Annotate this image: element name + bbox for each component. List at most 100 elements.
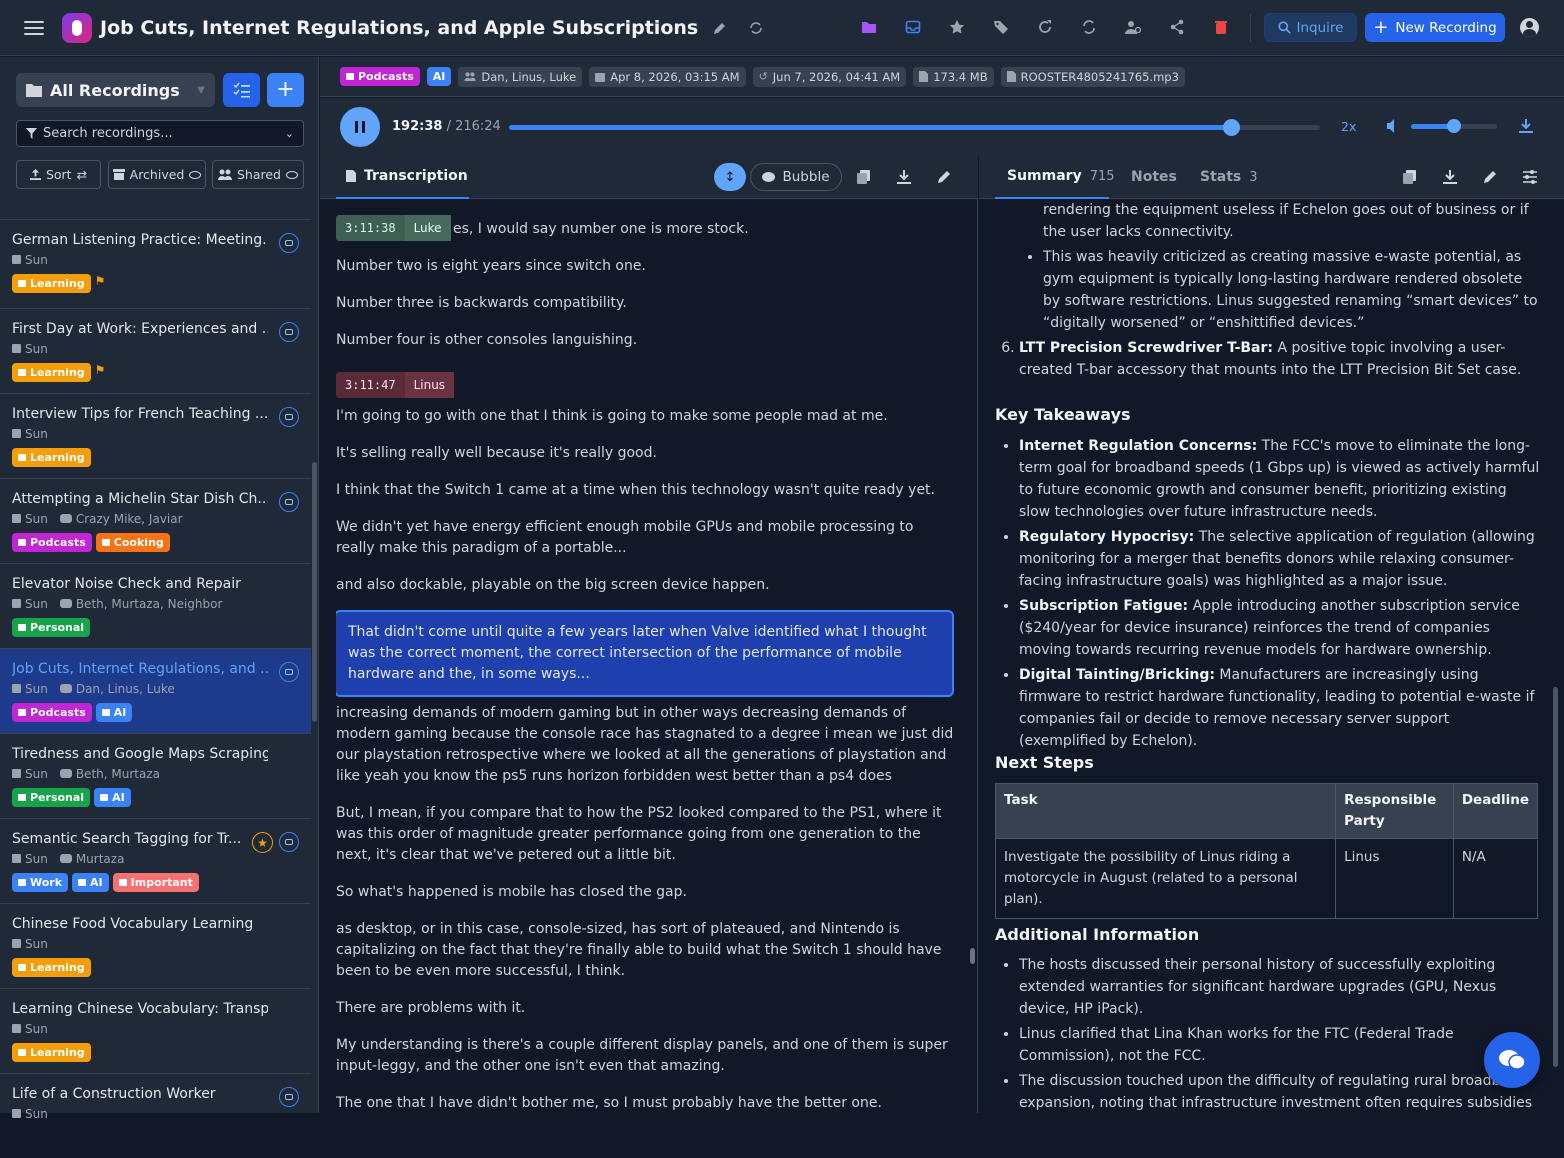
tab-transcription[interactable]: Transcription bbox=[336, 155, 469, 199]
transcript-segment[interactable]: We didn't yet have energy efficient enou… bbox=[336, 517, 954, 559]
tag-badge[interactable]: AI bbox=[94, 788, 131, 807]
shared-toggle[interactable]: Shared bbox=[212, 160, 304, 189]
tag-badge[interactable]: Learning bbox=[12, 363, 91, 382]
volume-icon[interactable] bbox=[1386, 118, 1402, 134]
folder-select[interactable]: All Recordings ▼ bbox=[16, 73, 215, 107]
transcript-segment[interactable]: Number three is backwards compatibility. bbox=[336, 293, 954, 314]
chat-button[interactable] bbox=[1484, 1032, 1540, 1088]
recording-list-item[interactable]: Job Cuts, Internet Regulations, and ... S… bbox=[0, 648, 311, 733]
summary-scrollbar[interactable] bbox=[1553, 687, 1558, 1067]
inbox-badge-icon[interactable] bbox=[279, 492, 299, 512]
transcript-scrollbar[interactable] bbox=[970, 948, 975, 964]
add-recording-button[interactable]: + bbox=[267, 73, 304, 107]
select-mode-button[interactable] bbox=[223, 73, 260, 107]
volume-handle[interactable] bbox=[1447, 119, 1461, 133]
playback-speed-button[interactable]: 2x bbox=[1341, 119, 1356, 134]
recording-list-item[interactable]: Attempting a Michelin Star Dish Ch... Sun… bbox=[0, 478, 311, 563]
transcript-segment-active[interactable]: That didn't come until quite a few years… bbox=[336, 610, 954, 697]
transcript-segment[interactable]: Number four is other consoles languishin… bbox=[336, 330, 954, 351]
sync-icon[interactable] bbox=[1075, 13, 1103, 41]
copy-icon[interactable] bbox=[1400, 167, 1420, 187]
recording-list-item[interactable]: First Day at Work: Experiences and ... Su… bbox=[0, 308, 311, 393]
transcript-segment[interactable]: So what's happened is mobile has closed … bbox=[336, 882, 954, 903]
reprocess-icon[interactable] bbox=[742, 14, 770, 42]
recording-list-item[interactable]: Life of a Construction Worker Sun bbox=[0, 1073, 311, 1158]
tag-badge[interactable]: Learning bbox=[12, 274, 91, 293]
inbox-icon[interactable] bbox=[899, 13, 927, 41]
menu-icon[interactable] bbox=[24, 20, 44, 35]
edit-icon[interactable] bbox=[934, 167, 954, 187]
bubble-view-button[interactable]: Bubble bbox=[750, 163, 842, 191]
tag-badge[interactable]: Work bbox=[12, 873, 69, 892]
sidebar-scrollbar[interactable] bbox=[312, 462, 317, 722]
recording-list-item[interactable]: Chinese Food Vocabulary Learning Sun Learn… bbox=[0, 903, 311, 988]
inbox-badge-icon[interactable] bbox=[279, 407, 299, 427]
copy-icon[interactable] bbox=[854, 167, 874, 187]
share-icon[interactable] bbox=[1163, 13, 1191, 41]
pause-button[interactable] bbox=[340, 107, 380, 147]
download-icon[interactable] bbox=[894, 167, 914, 187]
folder-icon[interactable] bbox=[855, 13, 883, 41]
transcript-segment[interactable]: and also dockable, playable on the big s… bbox=[336, 575, 954, 596]
transcript-segment[interactable]: My understanding is there's a couple dif… bbox=[336, 1035, 954, 1077]
delete-icon[interactable] bbox=[1207, 13, 1235, 41]
inbox-badge-icon[interactable] bbox=[279, 233, 299, 253]
sliders-icon[interactable] bbox=[1520, 167, 1540, 187]
recording-list-item[interactable]: Elevator Noise Check and Repair Sun Beth, … bbox=[0, 563, 311, 648]
transcript-segment[interactable]: I'm going to go with one that I think is… bbox=[336, 406, 954, 427]
transcript-segment[interactable]: Number two is eight years since switch o… bbox=[336, 256, 954, 277]
recording-list-item[interactable]: Semantic Search Tagging for Tr... Sun Murt… bbox=[0, 818, 311, 903]
recording-list-item[interactable]: German Listening Practice: Meeting... Sun… bbox=[0, 219, 311, 308]
archived-toggle[interactable]: Archived bbox=[108, 160, 206, 189]
tag-badge[interactable]: Personal bbox=[12, 788, 91, 807]
tag-badge[interactable]: Important bbox=[112, 873, 199, 892]
recording-list-item[interactable]: Tiredness and Google Maps Scraping I... S… bbox=[0, 733, 311, 818]
tag-badge[interactable]: Personal bbox=[12, 618, 91, 637]
tab-summary[interactable]: Summary 715 bbox=[995, 155, 1115, 199]
star-icon[interactable] bbox=[943, 13, 971, 41]
inquire-button[interactable]: Inquire bbox=[1264, 13, 1357, 42]
transcript-segment[interactable]: There are problems with it. bbox=[336, 998, 954, 1019]
transcript-segment[interactable]: But, I mean, if you compare that to how … bbox=[336, 803, 954, 866]
user-avatar-icon[interactable] bbox=[1520, 18, 1539, 37]
sort-button[interactable]: Sort ⇄ bbox=[16, 160, 101, 189]
inbox-badge-icon[interactable] bbox=[279, 662, 299, 682]
edit-icon[interactable] bbox=[1480, 167, 1500, 187]
transcript-segment[interactable]: I think that the Switch 1 came at a time… bbox=[336, 480, 954, 501]
tag-badge[interactable]: Cooking bbox=[95, 533, 170, 552]
star-badge-icon[interactable]: ★ bbox=[252, 832, 273, 853]
tab-stats[interactable]: Stats 3 bbox=[1200, 155, 1258, 199]
tab-notes[interactable]: Notes bbox=[1131, 155, 1177, 199]
tag-badge[interactable]: Learning bbox=[12, 448, 91, 467]
speaker-badge[interactable]: 3:11:38 Luke bbox=[336, 215, 451, 241]
inbox-badge-icon[interactable] bbox=[279, 322, 299, 342]
tag-badge[interactable]: AI bbox=[95, 703, 133, 722]
meta-tag[interactable]: Podcasts bbox=[340, 67, 420, 86]
recording-list-item[interactable]: Learning Chinese Vocabulary: Transpor...… bbox=[0, 988, 311, 1073]
download-audio-icon[interactable] bbox=[1518, 118, 1534, 134]
transcript-segment[interactable]: es, I would say number one is more stock… bbox=[453, 219, 953, 240]
speaker-badge[interactable]: 3:11:47 Linus bbox=[336, 372, 455, 398]
tag-badge[interactable]: Learning bbox=[12, 1043, 91, 1062]
edit-title-icon[interactable] bbox=[706, 14, 734, 42]
expand-toggle-button[interactable]: ↕ bbox=[714, 163, 746, 191]
transcript-segment[interactable]: The one that I have didn't bother me, so… bbox=[336, 1093, 954, 1113]
tag-badge[interactable]: Podcasts bbox=[12, 533, 92, 552]
tag-icon[interactable] bbox=[987, 13, 1015, 41]
tag-badge[interactable]: Learning bbox=[12, 958, 91, 977]
new-recording-button[interactable]: + New Recording bbox=[1365, 13, 1505, 42]
transcript-segment[interactable]: increasing demands of modern gaming but … bbox=[336, 703, 954, 787]
inbox-badge-icon[interactable] bbox=[279, 832, 299, 852]
speaker-id-icon[interactable] bbox=[1119, 13, 1147, 41]
transcript-segment[interactable]: It's selling really well because it's re… bbox=[336, 443, 954, 464]
redo-icon[interactable] bbox=[1031, 13, 1059, 41]
recording-list-item[interactable]: Interview Tips for French Teaching ... Su… bbox=[0, 393, 311, 478]
tag-badge[interactable]: AI bbox=[72, 873, 109, 892]
progress-bar[interactable] bbox=[509, 119, 1320, 136]
meta-tag[interactable]: AI bbox=[426, 67, 452, 86]
progress-handle[interactable] bbox=[1222, 119, 1240, 136]
search-input[interactable]: Search recordings... ⌄ bbox=[16, 120, 304, 147]
transcript-segment[interactable]: as desktop, or in this case, console-siz… bbox=[336, 919, 954, 982]
tag-badge[interactable]: Podcasts bbox=[12, 703, 92, 722]
volume-slider[interactable] bbox=[1411, 119, 1497, 133]
